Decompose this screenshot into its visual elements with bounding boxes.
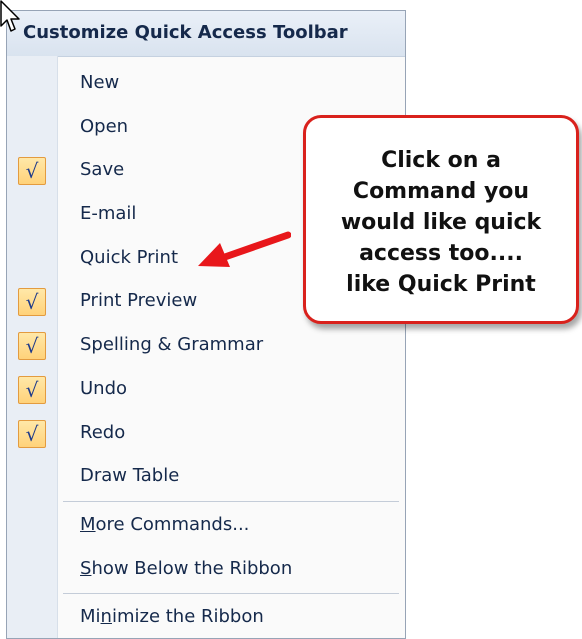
quick-access-toolbar-menu: Customize Quick Access Toolbar New Open … — [6, 10, 406, 639]
callout-line: access too.... — [359, 241, 523, 266]
menu-item-label: Undo — [80, 378, 128, 399]
menu-item-label: More Commands... — [80, 514, 249, 535]
red-arrow-icon — [198, 231, 291, 267]
menu-item-label: Draw Table — [80, 465, 180, 486]
menu-item-label: Redo — [80, 422, 126, 443]
menu-separator — [63, 501, 399, 502]
menu-item-undo[interactable]: √ Undo — [7, 370, 405, 410]
menu-item-more-commands[interactable]: More Commands... — [7, 506, 405, 546]
menu-item-label: Show Below the Ribbon — [80, 558, 292, 579]
menu-item-spelling-grammar[interactable]: √ Spelling & Grammar — [7, 326, 405, 366]
callout-line: like Quick Print — [346, 272, 536, 297]
menu-item-label: Print Preview — [80, 290, 198, 311]
mnemonic-letter: n — [100, 606, 112, 627]
mouse-pointer-icon — [0, 0, 20, 32]
menu-header: Customize Quick Access Toolbar — [7, 11, 405, 57]
callout-line: Command you — [352, 179, 530, 204]
menu-item-label: Save — [80, 159, 125, 180]
mnemonic-letter: M — [80, 514, 96, 535]
label-text: how Below the Ribbon — [91, 558, 293, 579]
menu-item-label: E-mail — [80, 203, 137, 224]
menu-item-new[interactable]: New — [7, 64, 405, 104]
checkmark-icon: √ — [18, 288, 46, 316]
menu-item-label: Open — [80, 116, 129, 137]
menu-item-label: Minimize the Ribbon — [80, 606, 264, 627]
checkmark-icon: √ — [18, 376, 46, 404]
menu-item-redo[interactable]: √ Redo — [7, 414, 405, 454]
menu-title: Customize Quick Access Toolbar — [23, 22, 348, 43]
label-text: imize the Ribbon — [111, 606, 264, 627]
callout-text: Click on a Command you would like quick … — [314, 145, 568, 300]
label-text: ore Commands... — [95, 514, 250, 535]
menu-item-label: New — [80, 72, 120, 93]
checkmark-icon: √ — [18, 157, 46, 185]
checkmark-icon: √ — [18, 420, 46, 448]
callout-line: would like quick — [340, 210, 542, 235]
menu-item-label: Spelling & Grammar — [80, 334, 264, 355]
checkmark-icon: √ — [18, 332, 46, 360]
menu-item-label: Quick Print — [80, 247, 179, 268]
menu-separator — [63, 593, 399, 594]
instruction-callout: Click on a Command you would like quick … — [303, 115, 579, 324]
label-text: Mi — [80, 606, 101, 627]
menu-item-show-below-ribbon[interactable]: Show Below the Ribbon — [7, 550, 405, 590]
menu-item-minimize-ribbon[interactable]: Minimize the Ribbon — [7, 598, 405, 638]
callout-line: Click on a — [381, 148, 501, 173]
menu-item-draw-table[interactable]: Draw Table — [7, 457, 405, 497]
mnemonic-letter: S — [80, 558, 92, 579]
